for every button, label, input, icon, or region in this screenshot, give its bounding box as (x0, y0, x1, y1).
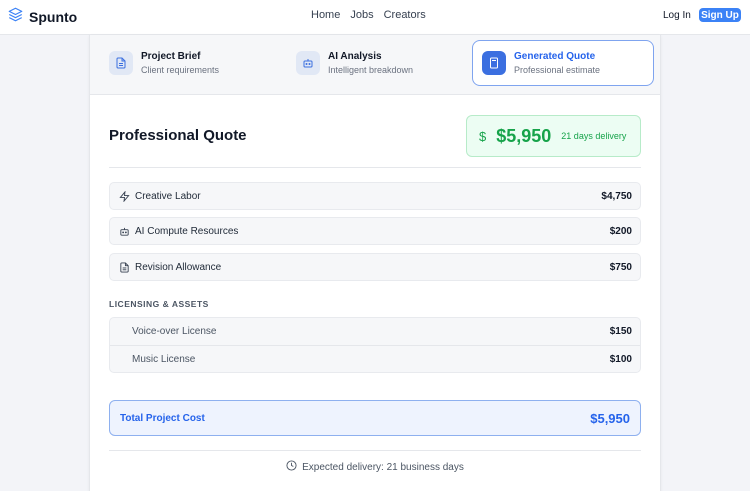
calculator-icon (482, 51, 506, 75)
brand-name: Spunto (29, 9, 78, 25)
line-item-creative-labor: Creative Labor $4,750 (109, 182, 641, 210)
layers-icon (8, 7, 23, 27)
quote-card: Project Brief Client requirements AI Ana… (89, 35, 661, 491)
license-music: Music License $100 (110, 345, 640, 372)
quote-title: Professional Quote (109, 127, 247, 144)
license-value: $150 (609, 326, 632, 337)
line-item-value: $750 (609, 261, 632, 273)
step-subtitle: Client requirements (141, 65, 220, 75)
licensing-list: Voice-over License $150 Music License $1… (109, 317, 641, 373)
license-value: $100 (609, 353, 632, 365)
line-item-label: Revision Allowance (135, 261, 222, 273)
nav-jobs[interactable]: Jobs (350, 9, 373, 21)
delivery-days: 21 days delivery (561, 131, 627, 141)
price-badge: $ $5,950 21 days delivery (466, 115, 641, 157)
line-item-ai-compute: AI Compute Resources $200 (109, 217, 641, 245)
line-item-value: $4,750 (601, 190, 632, 202)
divider (109, 450, 641, 451)
sparkle-icon (118, 190, 130, 202)
line-item-label: Creative Labor (135, 190, 201, 202)
line-item-value: $200 (609, 225, 632, 237)
login-link[interactable]: Log In (663, 10, 691, 21)
licensing-heading: LICENSING & ASSETS (109, 299, 209, 309)
progress-steps: Project Brief Client requirements AI Ana… (90, 35, 660, 95)
license-voiceover: Voice-over License $150 (110, 318, 640, 345)
total-value: $5,950 (590, 410, 630, 426)
top-navbar: Spunto Home Jobs Creators Log In Sign Up (0, 0, 750, 35)
step-title: Generated Quote (514, 51, 596, 62)
document-icon (118, 261, 130, 273)
step-title: Project Brief (141, 51, 201, 62)
step-subtitle: Professional estimate (514, 65, 601, 75)
nav-home[interactable]: Home (311, 9, 340, 21)
license-label: Voice-over License (132, 326, 217, 337)
step-project-brief[interactable]: Project Brief Client requirements (109, 43, 219, 83)
step-generated-quote[interactable]: Generated Quote Professional estimate (472, 40, 654, 86)
step-subtitle: Intelligent breakdown (328, 65, 414, 75)
divider (109, 167, 641, 168)
main-nav: Home Jobs Creators (311, 9, 426, 21)
robot-icon (118, 225, 130, 237)
document-icon (109, 51, 133, 75)
total-label: Total Project Cost (120, 412, 205, 424)
signup-button[interactable]: Sign Up (699, 8, 741, 22)
total-cost: Total Project Cost $5,950 (109, 400, 641, 436)
license-label: Music License (132, 353, 196, 365)
delivery-text: Expected delivery: 21 business days (302, 461, 464, 473)
dollar-icon: $ (479, 128, 487, 144)
line-item-revision: Revision Allowance $750 (109, 253, 641, 281)
line-item-label: AI Compute Resources (135, 225, 239, 237)
step-ai-analysis[interactable]: AI Analysis Intelligent breakdown (296, 43, 413, 83)
brand-logo[interactable]: Spunto (8, 7, 77, 27)
quote-price: $5,950 (496, 125, 552, 146)
step-title: AI Analysis (328, 51, 382, 62)
robot-icon (296, 51, 320, 75)
expected-delivery: Expected delivery: 21 business days (90, 460, 660, 474)
nav-creators[interactable]: Creators (384, 9, 426, 21)
clock-icon (286, 460, 297, 474)
